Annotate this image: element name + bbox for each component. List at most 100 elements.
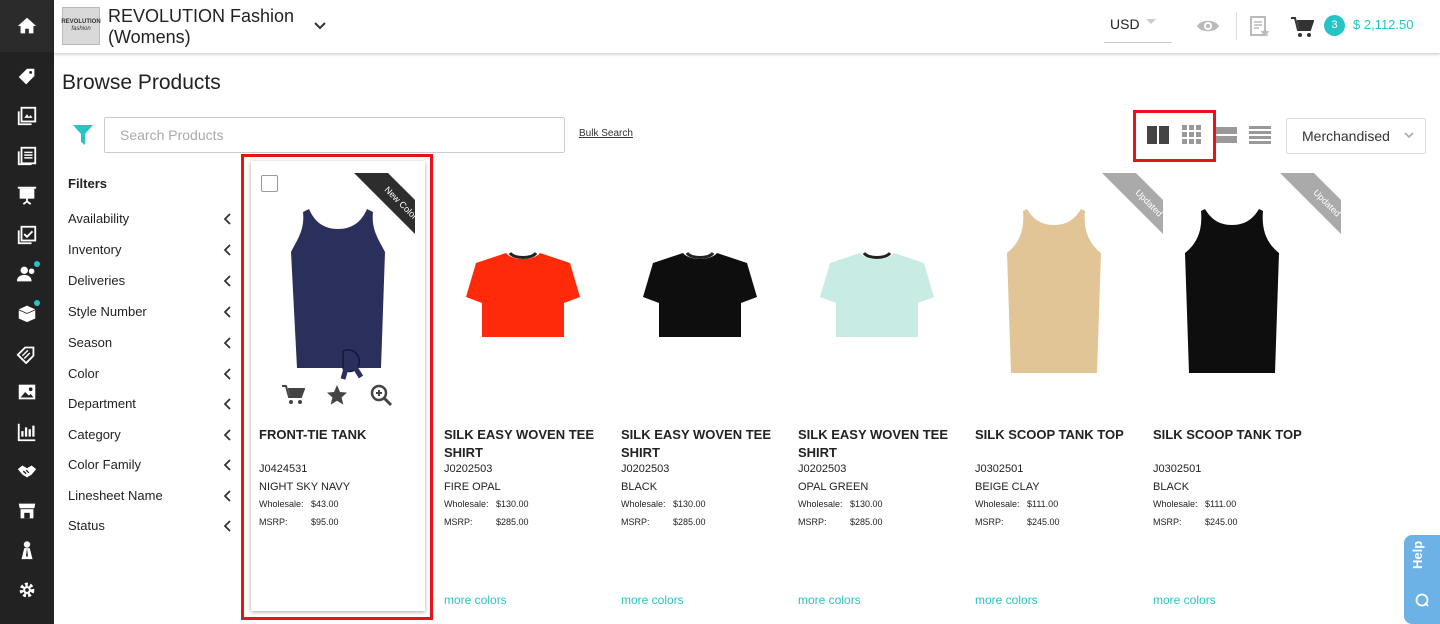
filter-season[interactable]: Season (68, 333, 234, 353)
chevron-left-icon (223, 306, 231, 318)
filters-title: Filters (68, 176, 108, 191)
product-color: BEIGE CLAY (975, 481, 1040, 493)
brand-name[interactable]: REVOLUTION Fashion (Womens) (108, 6, 308, 48)
filter-department[interactable]: Department (68, 394, 234, 414)
wholesale-label: Wholesale: (1153, 499, 1198, 509)
product-image[interactable] (1167, 201, 1297, 381)
filter-color[interactable]: Color (68, 364, 234, 384)
wholesale-label: Wholesale: (621, 499, 666, 509)
compact-list-view-icon[interactable] (1248, 124, 1272, 146)
product-image[interactable] (635, 201, 765, 381)
nav-images-icon[interactable] (14, 379, 40, 405)
more-colors-link[interactable]: more colors (1153, 593, 1216, 607)
more-colors-link[interactable]: more colors (621, 593, 684, 607)
chevron-left-icon (223, 213, 231, 225)
filter-label: Deliveries (68, 273, 126, 288)
product-name[interactable]: SILK SCOOP TANK TOP (1153, 426, 1317, 444)
filter-linesheet-name[interactable]: Linesheet Name (68, 486, 234, 506)
product-image[interactable] (458, 201, 588, 381)
msrp-label: MSRP: (975, 517, 1004, 527)
cart-icon[interactable] (1290, 16, 1315, 38)
filter-label: Status (68, 518, 105, 533)
notification-dot (34, 300, 40, 306)
bulk-search-link[interactable]: Bulk Search (579, 128, 633, 139)
product-image[interactable] (812, 201, 942, 381)
nav-linesheet-icon[interactable] (14, 143, 40, 169)
chat-bubble-icon (1415, 593, 1429, 607)
product-name[interactable]: SILK EASY WOVEN TEE SHIRT (798, 426, 962, 462)
filter-label: Color (68, 366, 100, 381)
nav-partners-icon[interactable] (14, 458, 40, 484)
currency-select[interactable]: USD (1104, 13, 1172, 43)
filter-label: Color Family (68, 457, 141, 472)
nav-home-button[interactable] (0, 0, 54, 52)
wholesale-price: $130.00 (496, 499, 529, 509)
filter-deliveries[interactable]: Deliveries (68, 271, 234, 291)
nav-presentation-icon[interactable] (14, 182, 40, 208)
brand-logo-subtext: fashion (71, 26, 91, 32)
eye-icon[interactable] (1196, 16, 1220, 36)
filter-category[interactable]: Category (68, 425, 234, 445)
filter-inventory[interactable]: Inventory (68, 240, 234, 260)
nav-orders-icon[interactable] (14, 222, 40, 248)
wholesale-label: Wholesale: (975, 499, 1020, 509)
wholesale-price: $111.00 (1027, 499, 1059, 509)
chevron-down-icon[interactable] (312, 17, 328, 33)
filter-style-number[interactable]: Style Number (68, 302, 234, 322)
product-card-highlight (241, 154, 433, 620)
msrp-price: $285.00 (673, 517, 706, 527)
chevron-left-icon (223, 520, 231, 532)
nav-shipments-icon[interactable] (14, 300, 40, 326)
filter-icon[interactable] (72, 123, 94, 147)
sort-select[interactable]: Merchandised (1286, 118, 1426, 154)
filter-status[interactable]: Status (68, 516, 234, 536)
product-sku: J0302501 (1153, 463, 1202, 475)
product-card[interactable]: SILK EASY WOVEN TEE SHIRT J0202503 FIRE OP… (444, 161, 618, 611)
chevron-down-icon (1404, 132, 1414, 139)
cart-total[interactable]: $ 2,112.50 (1353, 17, 1413, 32)
cart-count-badge[interactable]: 3 (1324, 15, 1345, 36)
list-view-icon[interactable] (1214, 124, 1238, 146)
chevron-left-icon (223, 429, 231, 441)
nav-catalog-icon[interactable] (14, 103, 40, 129)
msrp-price: $285.00 (850, 517, 883, 527)
product-name[interactable]: SILK SCOOP TANK TOP (975, 426, 1139, 444)
brand-logo-text: REVOLUTION (61, 19, 101, 25)
product-color: FIRE OPAL (444, 481, 501, 493)
help-button[interactable]: Help (1404, 535, 1440, 624)
filter-label: Inventory (68, 242, 122, 257)
more-colors-link[interactable]: more colors (798, 593, 861, 607)
filter-label: Category (68, 427, 121, 442)
nav-tag-icon[interactable] (14, 64, 40, 90)
wholesale-label: Wholesale: (444, 499, 489, 509)
product-card[interactable]: Updated SILK SCOOP TANK TOP J0302501 BLACK W… (1153, 161, 1341, 611)
product-card[interactable]: SILK EASY WOVEN TEE SHIRT J0202503 BLACK Wh… (621, 161, 795, 611)
nav-customers-icon[interactable] (14, 261, 40, 287)
wholesale-price: $130.00 (673, 499, 706, 509)
nav-settings-icon[interactable] (14, 577, 40, 603)
home-icon (14, 13, 40, 39)
filter-label: Department (68, 396, 136, 411)
msrp-price: $285.00 (496, 517, 529, 527)
filter-color-family[interactable]: Color Family (68, 455, 234, 475)
product-name[interactable]: SILK EASY WOVEN TEE SHIRT (444, 426, 608, 462)
nav-users-icon[interactable] (14, 537, 40, 563)
linesheet-star-icon[interactable] (1250, 16, 1270, 38)
msrp-label: MSRP: (444, 517, 473, 527)
more-colors-link[interactable]: more colors (975, 593, 1038, 607)
nav-reports-icon[interactable] (14, 419, 40, 445)
product-name[interactable]: SILK EASY WOVEN TEE SHIRT (621, 426, 785, 462)
msrp-price: $245.00 (1205, 517, 1238, 527)
nav-store-icon[interactable] (14, 498, 40, 524)
product-card[interactable]: SILK EASY WOVEN TEE SHIRT J0202503 OPAL GR… (798, 161, 972, 611)
filter-availability[interactable]: Availability (68, 209, 234, 229)
chevron-left-icon (223, 275, 231, 287)
nav-promotions-icon[interactable] (14, 340, 40, 366)
product-card[interactable]: Updated SILK SCOOP TANK TOP J0302501 BEIGE … (975, 161, 1163, 611)
msrp-price: $245.00 (1027, 517, 1060, 527)
help-label: Help (1410, 540, 1425, 569)
product-image[interactable] (989, 201, 1119, 381)
more-colors-link[interactable]: more colors (444, 593, 507, 607)
brand-logo: REVOLUTION fashion (61, 7, 101, 45)
search-input[interactable] (104, 117, 565, 153)
